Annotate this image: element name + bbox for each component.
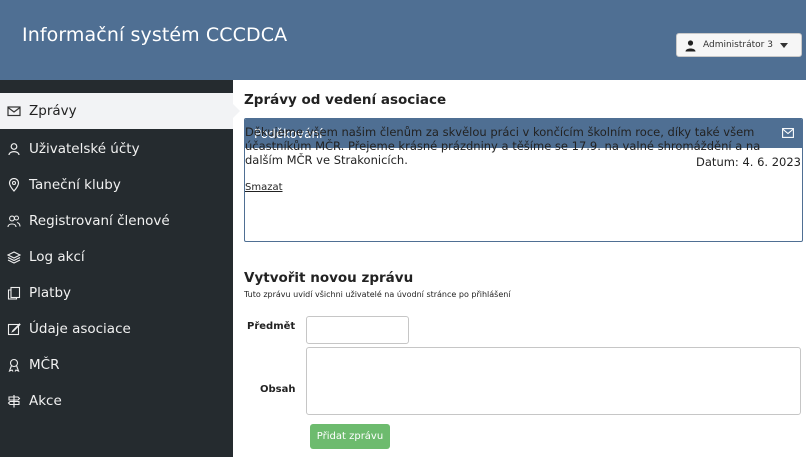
new-message-subtitle: Tuto zprávu uvidí všichni uživatelé na ú… bbox=[244, 290, 511, 299]
sidebar-item-zpravy[interactable]: Zprávy bbox=[0, 93, 240, 129]
sidebar: Zprávy Uživatelské účty Taneční kluby Re… bbox=[0, 80, 240, 457]
sidebar-item-label: Taneční kluby bbox=[29, 177, 121, 193]
sidebar-item-udaje-asociace[interactable]: Údaje asociace bbox=[0, 311, 233, 347]
new-message-title: Vytvořit novou zprávu bbox=[244, 270, 414, 286]
delete-message-link[interactable]: Smazat bbox=[245, 182, 283, 193]
sidebar-item-uzivatelske-ucty[interactable]: Uživatelské účty bbox=[0, 131, 233, 167]
users-icon bbox=[7, 215, 21, 228]
sidebar-item-label: Uživatelské účty bbox=[29, 141, 140, 157]
chevron-down-icon bbox=[779, 42, 788, 48]
page-title: Zprávy od vedení asociace bbox=[244, 92, 447, 108]
envelope-icon bbox=[7, 106, 21, 117]
sidebar-item-label: Akce bbox=[29, 393, 62, 409]
sidebar-item-tanecni-kluby[interactable]: Taneční kluby bbox=[0, 167, 233, 203]
top-navbar: Informační systém CCCDCA Administrátor 3 bbox=[0, 0, 806, 80]
content-label: Obsah bbox=[260, 384, 296, 395]
layers-icon bbox=[7, 251, 21, 264]
user-menu-label: Administrátor 3 bbox=[703, 40, 773, 50]
sidebar-item-registrovani-clenove[interactable]: Registrovaní členové bbox=[0, 203, 233, 239]
sidebar-item-label: Registrovaní členové bbox=[29, 213, 170, 229]
edit-icon bbox=[7, 323, 21, 336]
user-icon bbox=[685, 39, 696, 51]
main-content: Zprávy od vedení asociace Poděkování Děk… bbox=[233, 80, 806, 457]
location-pin-icon bbox=[8, 178, 20, 192]
sidebar-item-mcr[interactable]: MČR bbox=[0, 347, 233, 383]
user-menu-button[interactable]: Administrátor 3 bbox=[676, 33, 802, 57]
user-icon bbox=[8, 143, 20, 156]
add-message-button[interactable]: Přidat zprávu bbox=[310, 424, 390, 449]
content-textarea[interactable] bbox=[306, 347, 801, 415]
subject-input[interactable] bbox=[306, 316, 409, 344]
message-date: Datum: 4. 6. 2023 bbox=[696, 155, 801, 169]
sidebar-item-log-akci[interactable]: Log akcí bbox=[0, 239, 233, 275]
trophy-icon bbox=[8, 358, 20, 372]
sidebar-item-label: Platby bbox=[29, 285, 72, 301]
sidebar-item-label: MČR bbox=[29, 357, 60, 373]
subject-label: Předmět bbox=[247, 321, 296, 332]
sidebar-item-label: Zprávy bbox=[29, 103, 77, 119]
app-title: Informační systém CCCDCA bbox=[22, 24, 288, 46]
sidebar-item-label: Log akcí bbox=[29, 249, 85, 265]
sidebar-item-label: Údaje asociace bbox=[29, 321, 131, 337]
signpost-icon bbox=[7, 395, 21, 408]
sidebar-item-platby[interactable]: Platby bbox=[0, 275, 233, 311]
sidebar-item-akce[interactable]: Akce bbox=[0, 383, 233, 419]
documents-icon bbox=[7, 286, 21, 300]
